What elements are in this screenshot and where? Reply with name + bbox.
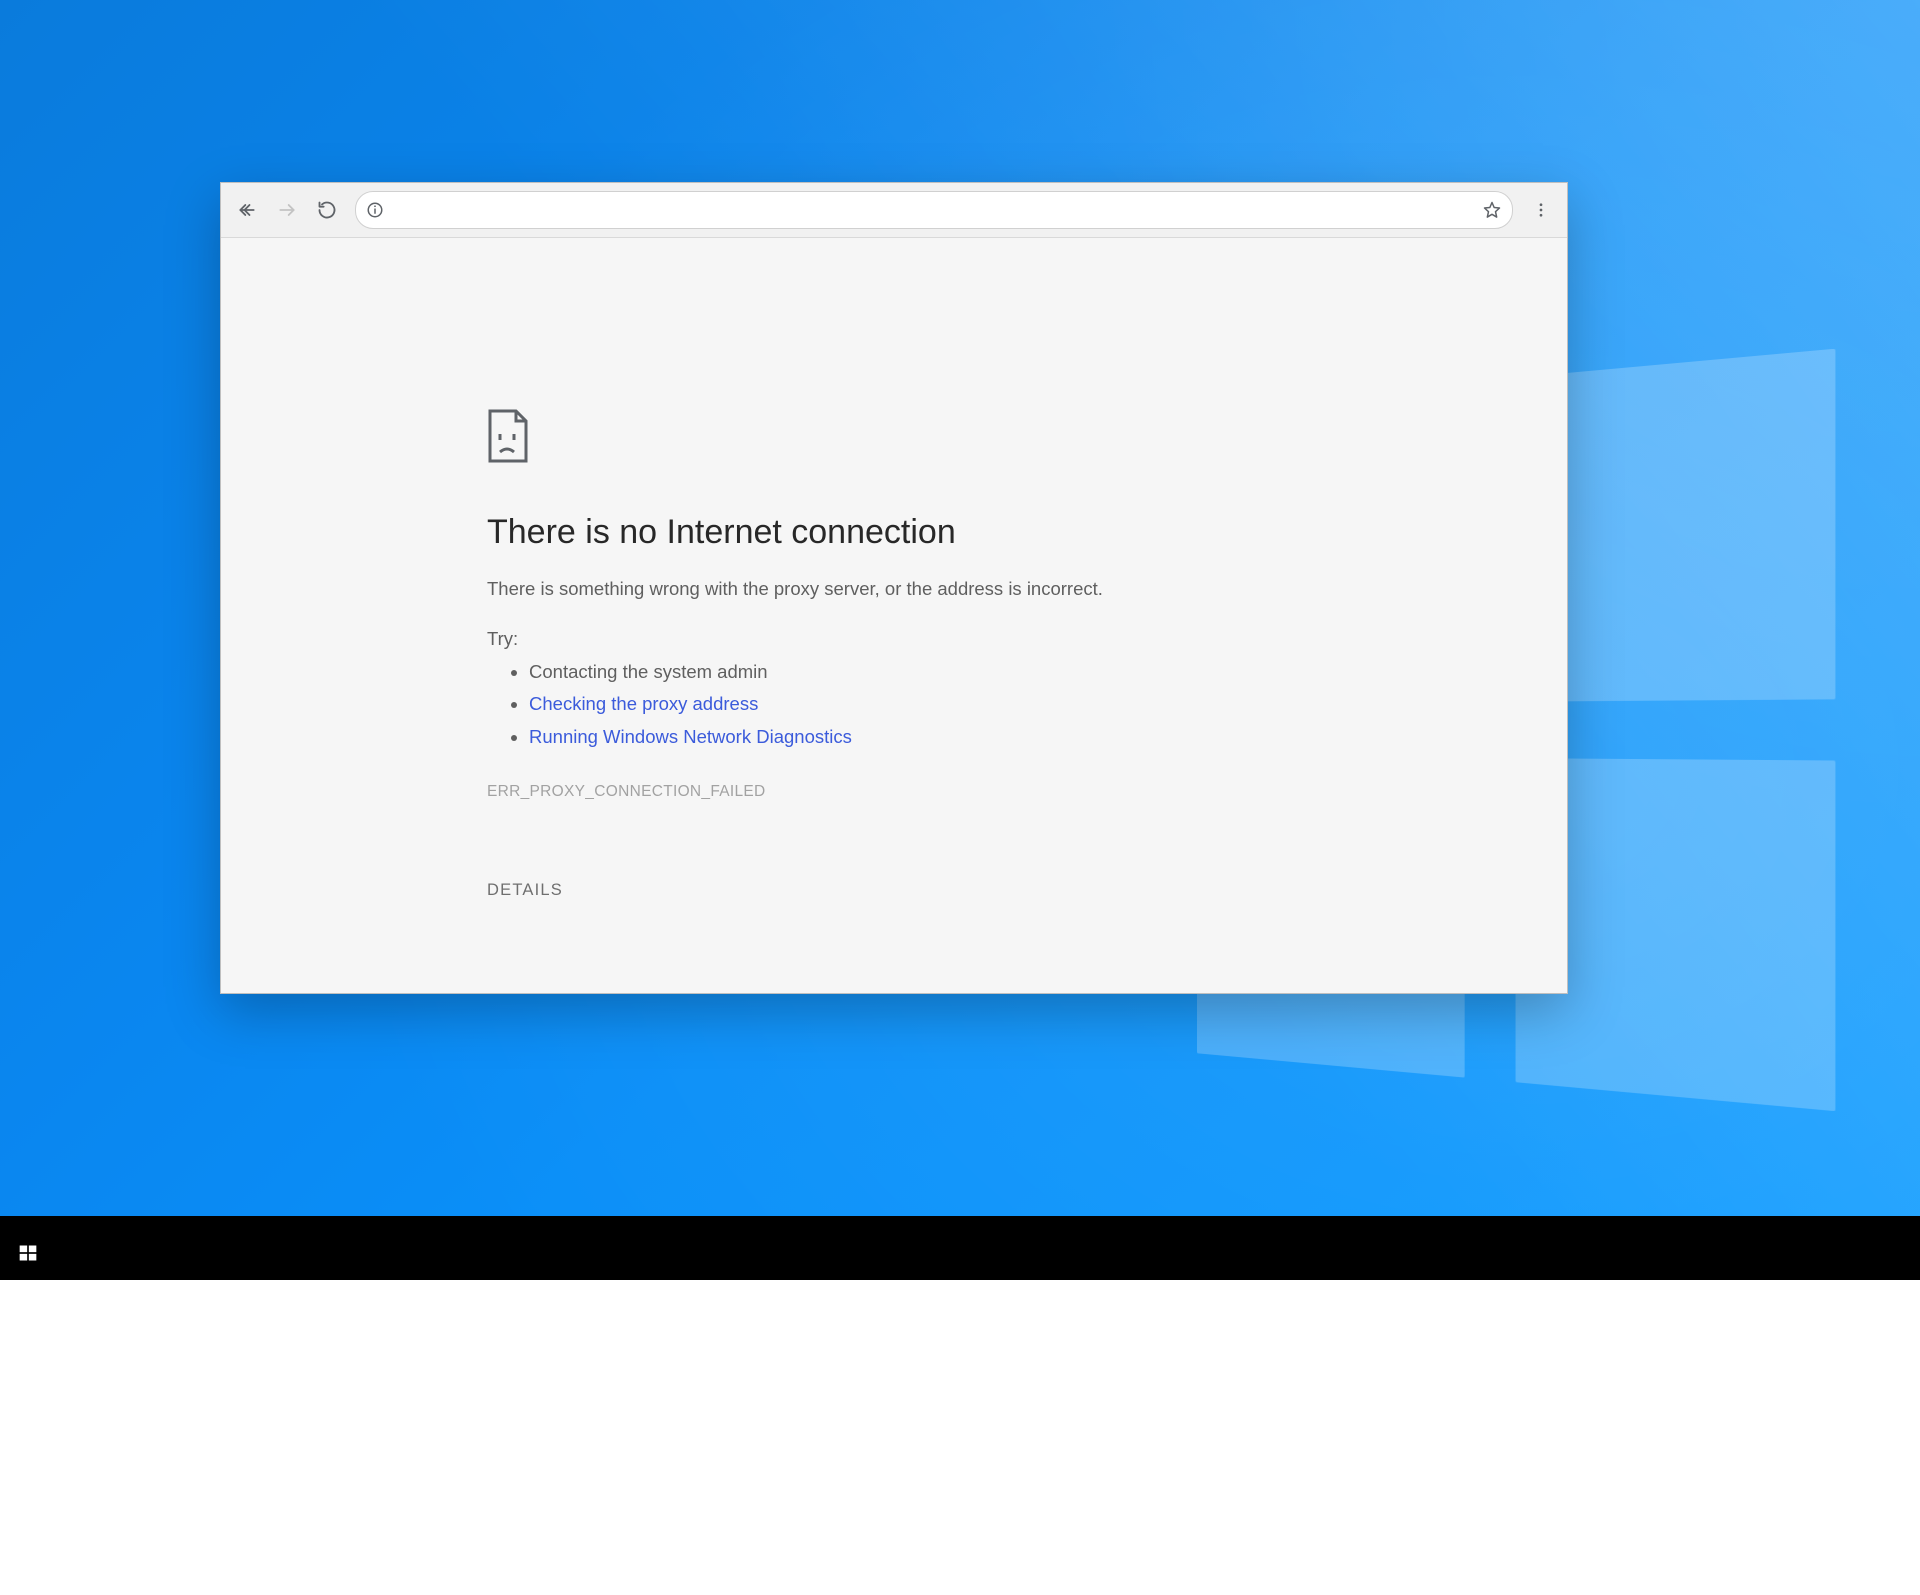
suggestion-run-diagnostics-link[interactable]: Running Windows Network Diagnostics [529, 726, 852, 747]
error-code: ERR_PROXY_CONNECTION_FAILED [487, 783, 1247, 801]
forward-button[interactable] [269, 192, 305, 228]
bookmark-star-icon[interactable] [1482, 200, 1502, 220]
try-label: Try: [487, 628, 518, 649]
details-button[interactable]: DETAILS [487, 881, 563, 900]
site-info-icon[interactable] [366, 201, 384, 219]
error-suggestions: Try: Contacting the system admin Checkin… [487, 628, 1247, 753]
address-bar[interactable] [355, 191, 1513, 229]
browser-toolbar [221, 183, 1567, 238]
taskbar [0, 1226, 1920, 1280]
page-content: There is no Internet connection There is… [221, 238, 1567, 993]
back-button[interactable] [229, 192, 265, 228]
error-title: There is no Internet connection [487, 513, 1247, 552]
browser-menu-button[interactable] [1523, 192, 1559, 228]
suggestion-check-proxy-link[interactable]: Checking the proxy address [529, 693, 758, 714]
start-button[interactable] [0, 1226, 56, 1280]
browser-window: There is no Internet connection There is… [220, 182, 1568, 994]
sad-page-icon [487, 408, 1247, 469]
suggestion-contact-admin: Contacting the system admin [529, 656, 1247, 688]
address-input[interactable] [392, 199, 1474, 222]
reload-button[interactable] [309, 192, 345, 228]
error-subtitle: There is something wrong with the proxy … [487, 578, 1247, 600]
